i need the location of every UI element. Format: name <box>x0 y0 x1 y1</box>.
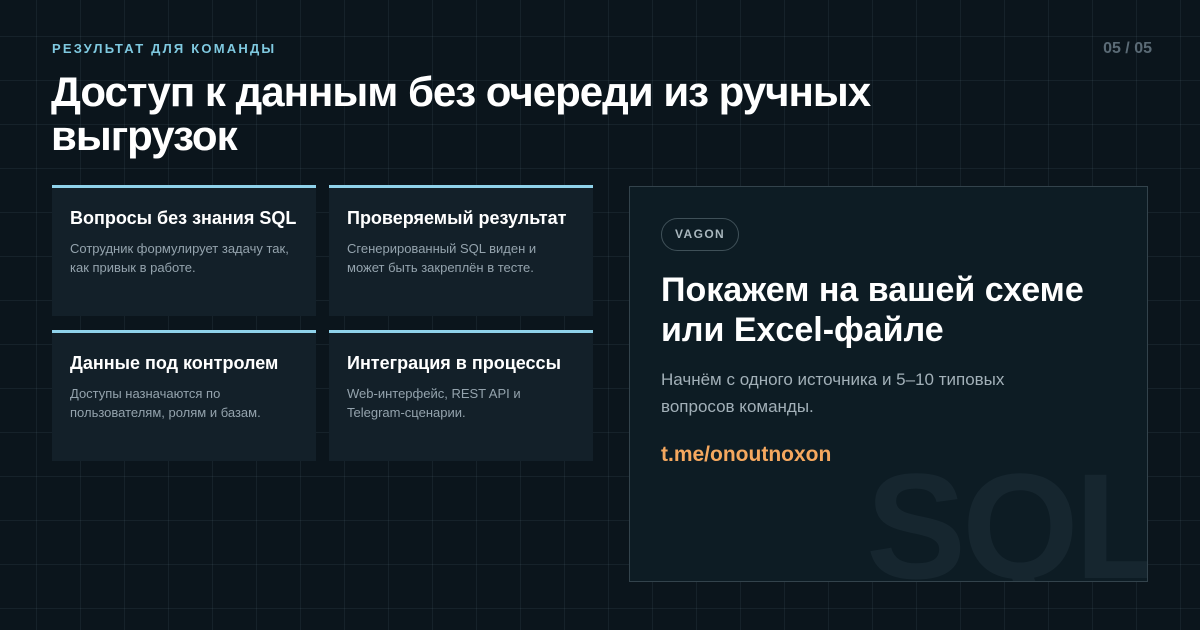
feature-card-description: Сгенерированный SQL виден и может быть з… <box>347 241 537 275</box>
feature-card-description: Сотрудник формулирует задачу так, как пр… <box>70 241 289 275</box>
feature-card-description: Web-интерфейс, REST API и Telegram-сцена… <box>347 386 521 420</box>
cta-title: Покажем на вашей схеме или Excel-файле <box>661 271 1084 349</box>
feature-card-data-control: Данные под контролем Доступы назначаются… <box>52 330 316 461</box>
feature-card-title: Интеграция в процессы <box>347 353 561 373</box>
cta-panel: SQL VAGON Покажем на вашей схеме или Exc… <box>629 186 1148 582</box>
feature-card-title: Вопросы без знания SQL <box>70 208 297 228</box>
page-title: Доступ к данным без очереди из ручных вы… <box>51 68 871 159</box>
feature-card-verifiable-result: Проверяемый результат Сгенерированный SQ… <box>329 185 593 316</box>
feature-card-process-integration: Интеграция в процессы Web-интерфейс, RES… <box>329 330 593 461</box>
feature-card-title: Данные под контролем <box>70 353 279 373</box>
feature-card-description: Доступы назначаются по пользователям, ро… <box>70 386 261 420</box>
brand-badge: VAGON <box>661 218 740 251</box>
sql-watermark: SQL <box>866 442 1148 582</box>
feature-card-sql-free-questions: Вопросы без знания SQL Сотрудник формули… <box>52 185 316 316</box>
section-eyebrow: РЕЗУЛЬТАТ ДЛЯ КОМАНДЫ <box>52 41 277 56</box>
feature-card-title: Проверяемый результат <box>347 208 567 228</box>
page-counter: 05 / 05 <box>1103 40 1152 57</box>
telegram-link[interactable]: t.me/onoutnoxon <box>661 443 831 467</box>
cta-description: Начнём с одного источника и 5–10 типовых… <box>661 370 1005 416</box>
